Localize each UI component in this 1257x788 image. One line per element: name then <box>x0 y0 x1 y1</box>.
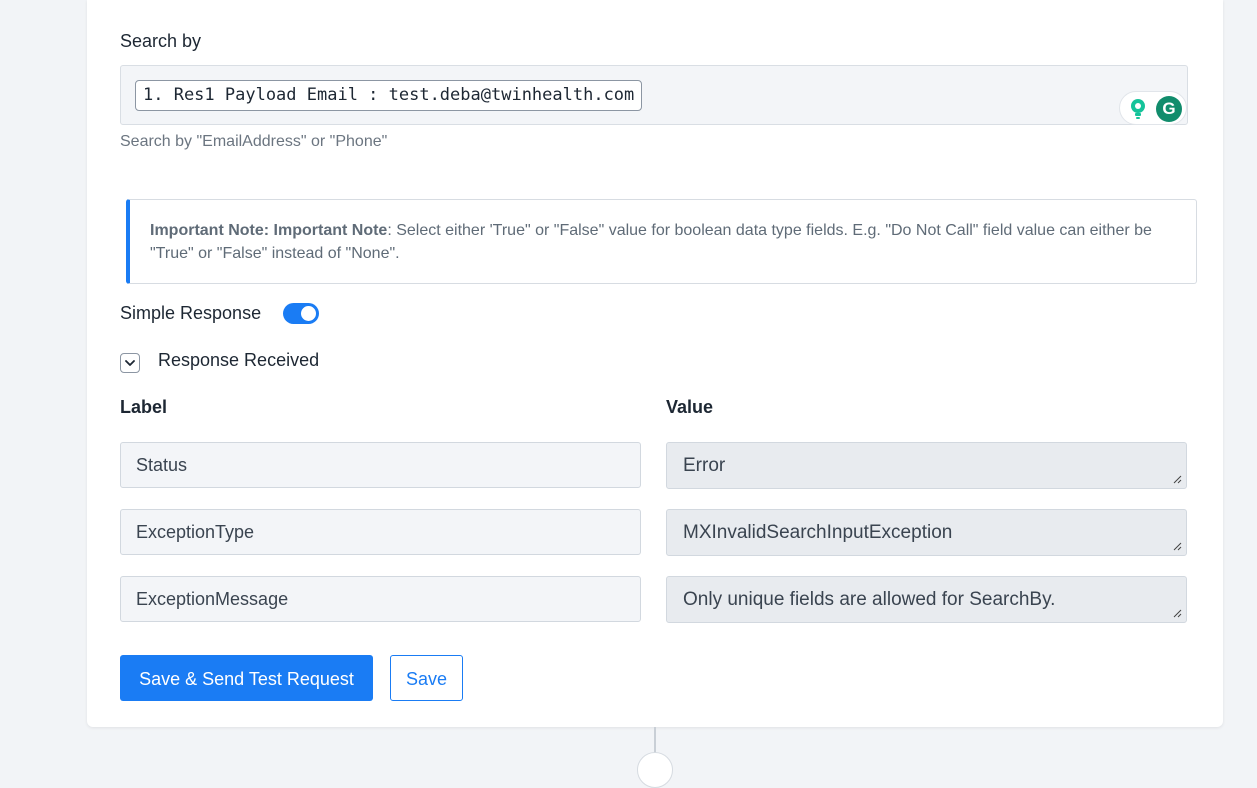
response-label-field[interactable]: ExceptionType <box>120 509 641 555</box>
note-title: Important Note: Important Note <box>150 222 388 239</box>
search-by-hint: Search by "EmailAddress" or "Phone" <box>120 133 388 150</box>
save-and-send-test-request-button[interactable]: Save & Send Test Request <box>120 655 373 701</box>
response-value-text: MXInvalidSearchInputException <box>683 522 953 543</box>
lightbulb-icon[interactable] <box>1128 98 1148 120</box>
resize-handle-icon[interactable] <box>1173 609 1182 618</box>
chevron-down-icon <box>125 360 135 366</box>
response-label-field[interactable]: ExceptionMessage <box>120 576 641 622</box>
mapped-field-pill[interactable]: 1. Res1 Payload Email : test.deba@twinhe… <box>135 80 643 111</box>
response-value-field[interactable]: Only unique fields are allowed for Searc… <box>666 576 1187 623</box>
search-by-input[interactable]: 1. Res1 Payload Email : test.deba@twinhe… <box>120 65 1188 125</box>
simple-response-label: Simple Response <box>120 303 262 323</box>
simple-response-toggle[interactable] <box>283 303 319 324</box>
search-by-label: Search by <box>120 31 202 51</box>
response-label-field[interactable]: Status <box>120 442 641 488</box>
add-step-node[interactable] <box>637 752 673 788</box>
resize-handle-icon[interactable] <box>1173 475 1182 484</box>
response-value-field[interactable]: MXInvalidSearchInputException <box>666 509 1187 556</box>
save-button[interactable]: Save <box>390 655 463 701</box>
grammarly-logo-icon[interactable]: G <box>1156 96 1182 122</box>
value-column-header: Value <box>666 397 714 417</box>
response-value-field[interactable]: Error <box>666 442 1187 489</box>
response-value-text: Only unique fields are allowed for Searc… <box>683 589 1056 610</box>
response-collapse-button[interactable] <box>120 353 140 373</box>
grammarly-widget[interactable]: G <box>1119 91 1187 125</box>
toggle-knob <box>301 306 316 321</box>
label-column-header: Label <box>120 397 168 417</box>
response-received-label: Response Received <box>158 350 320 370</box>
response-value-text: Error <box>683 455 726 476</box>
important-note-box: Important Note: Important Note: Select e… <box>126 199 1197 284</box>
resize-handle-icon[interactable] <box>1173 542 1182 551</box>
